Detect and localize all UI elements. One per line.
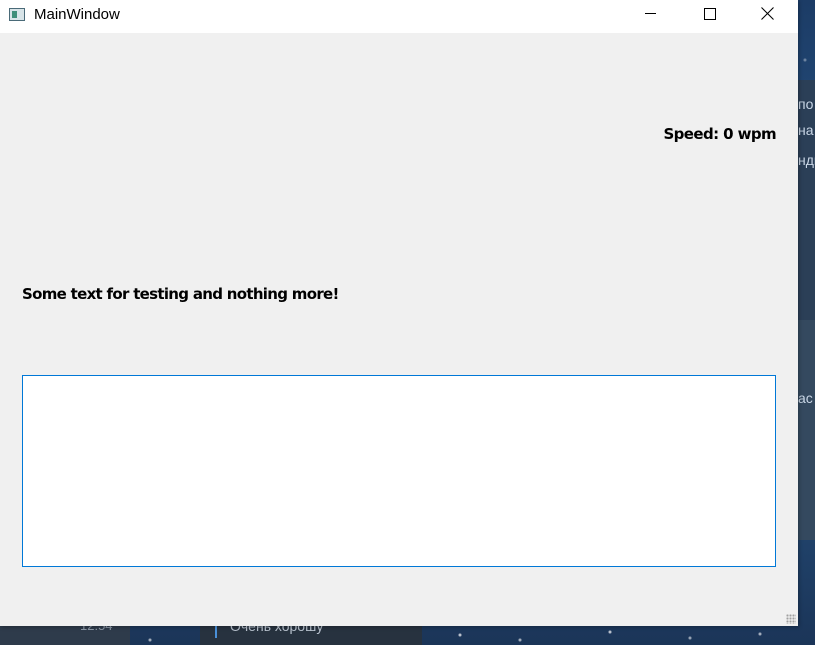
close-button[interactable] <box>744 0 790 30</box>
typing-input[interactable] <box>22 375 776 567</box>
chat-indicator <box>215 626 217 638</box>
background-text: ас <box>798 390 813 406</box>
maximize-button[interactable] <box>686 0 732 30</box>
background-text: ндь <box>798 152 815 168</box>
window-title: MainWindow <box>34 6 120 23</box>
taskbar-chat-preview[interactable]: Очень хорошу <box>200 618 422 645</box>
title-bar[interactable]: MainWindow <box>0 0 798 33</box>
background-text: на <box>798 122 814 138</box>
resize-grip[interactable] <box>786 614 796 624</box>
main-window: MainWindow Speed: 0 wpm Some text for te… <box>0 0 798 626</box>
minimize-button[interactable] <box>628 0 674 30</box>
close-icon <box>761 7 774 20</box>
background-app-panel-lower <box>798 320 815 540</box>
background-app-panel <box>798 80 815 320</box>
sample-text-label: Some text for testing and nothing more! <box>22 285 339 303</box>
app-window-icon <box>9 8 25 21</box>
speed-label: Speed: 0 wpm <box>663 125 776 143</box>
background-text: по <box>798 96 814 112</box>
